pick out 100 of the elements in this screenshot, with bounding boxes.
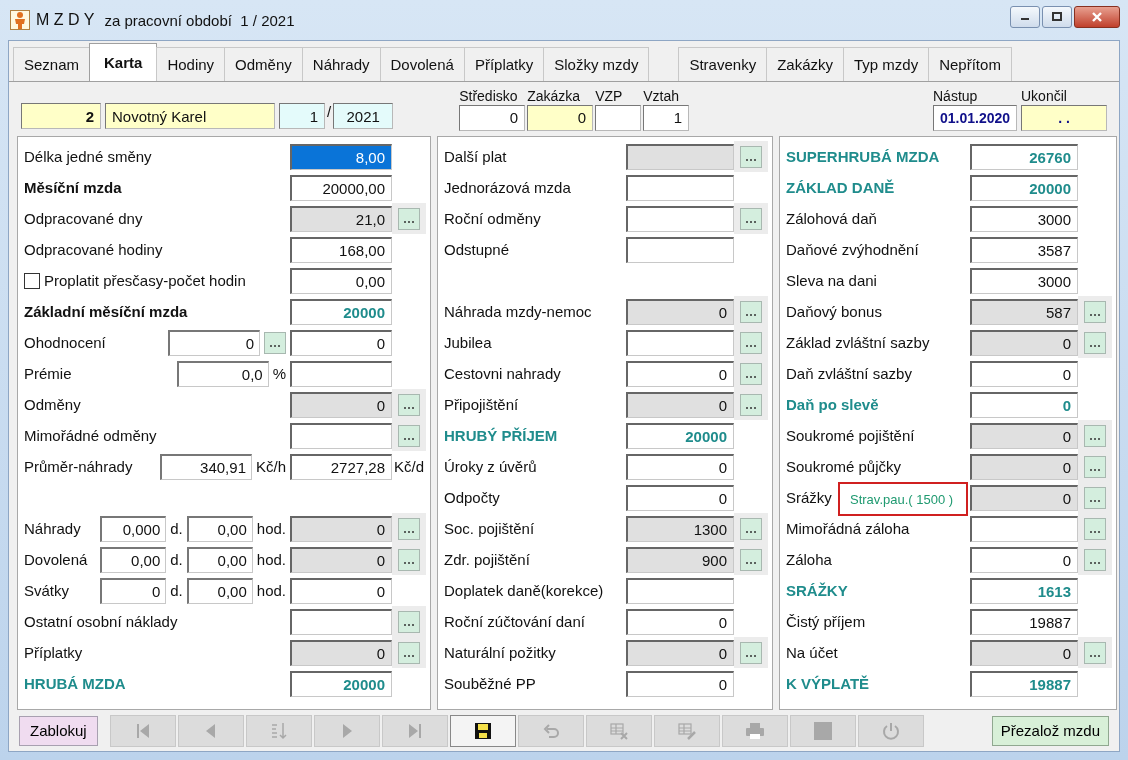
input-field[interactable]: 340,91 — [160, 453, 252, 480]
input-field[interactable]: 20000 — [626, 422, 734, 449]
ellipsis-button[interactable] — [740, 300, 762, 323]
input-field[interactable]: 168,00 — [290, 236, 392, 263]
input-field[interactable]: 0 — [290, 391, 392, 418]
ellipsis-button[interactable] — [740, 207, 762, 230]
name-field[interactable]: Novotný Karel — [105, 103, 275, 129]
input-field[interactable]: 0 — [290, 546, 392, 573]
ellipsis-button[interactable] — [1084, 300, 1106, 323]
input-field[interactable] — [626, 174, 734, 201]
input-field[interactable]: 0 — [100, 577, 167, 604]
ellipsis-button[interactable] — [740, 517, 762, 540]
ellipsis-button[interactable] — [740, 145, 762, 168]
input-field[interactable] — [626, 577, 734, 604]
input-field[interactable]: 1613 — [970, 577, 1078, 604]
input-field[interactable]: 0 — [626, 298, 734, 325]
input-field[interactable]: 8,00 — [290, 143, 392, 170]
input-field[interactable] — [626, 205, 734, 232]
ellipsis-button[interactable] — [398, 610, 420, 633]
lock-button[interactable]: Zablokuj — [19, 715, 98, 746]
checkbox[interactable] — [24, 272, 40, 289]
input-field[interactable]: 0 — [970, 422, 1078, 449]
ellipsis-button[interactable] — [398, 548, 420, 571]
input-field[interactable]: 0,00 — [100, 546, 167, 573]
input-field[interactable]: 0 — [290, 329, 392, 356]
rebuild-button[interactable]: Přezalož mzdu — [991, 715, 1109, 746]
input-field[interactable]: 3000 — [970, 267, 1078, 294]
input-field[interactable] — [595, 104, 642, 131]
ellipsis-button[interactable] — [398, 517, 420, 540]
input-field[interactable]: 900 — [626, 546, 734, 573]
input-field[interactable]: 0,000 — [100, 515, 167, 542]
ellipsis-button[interactable] — [740, 362, 762, 385]
input-field[interactable]: 0 — [626, 484, 734, 511]
input-field[interactable]: 0 — [626, 360, 734, 387]
input-field[interactable]: 0 — [626, 391, 734, 418]
input-field[interactable]: 20000,00 — [290, 174, 392, 201]
input-field[interactable]: 0 — [626, 608, 734, 635]
ellipsis-button[interactable] — [398, 641, 420, 664]
input-field[interactable]: 3000 — [970, 205, 1078, 232]
tab[interactable]: Seznam — [13, 47, 91, 81]
ellipsis-button[interactable] — [1084, 641, 1106, 664]
input-field[interactable]: 0 — [290, 639, 392, 666]
tab[interactable]: Stravenky — [678, 47, 768, 81]
ellipsis-button[interactable] — [398, 393, 420, 416]
input-field[interactable]: 1300 — [626, 515, 734, 542]
input-field[interactable]: 20000 — [290, 298, 392, 325]
maximize-button[interactable] — [1042, 6, 1072, 28]
input-field[interactable]: 0 — [970, 453, 1078, 480]
input-field[interactable]: 19887 — [970, 670, 1078, 697]
input-field[interactable]: 0,0 — [176, 360, 269, 387]
input-field[interactable]: 0,00 — [186, 577, 253, 604]
input-field[interactable] — [970, 515, 1078, 542]
number-field[interactable]: 2 — [21, 103, 101, 129]
input-field[interactable]: 19887 — [970, 608, 1078, 635]
ellipsis-button[interactable] — [740, 331, 762, 354]
input-field[interactable]: 2727,28 — [290, 453, 392, 480]
ellipsis-button[interactable] — [398, 207, 420, 230]
tab[interactable]: Složky mzdy — [543, 47, 650, 81]
input-field[interactable]: 1 — [643, 104, 690, 131]
ellipsis-button[interactable] — [398, 424, 420, 447]
input-field[interactable] — [626, 143, 734, 170]
date-field[interactable]: 01.01.2020 — [933, 104, 1017, 131]
ellipsis-button[interactable] — [740, 548, 762, 571]
input-field[interactable]: 20000 — [290, 670, 392, 697]
tab[interactable]: Nepřítom — [928, 47, 1012, 81]
input-field[interactable]: 0,00 — [186, 546, 253, 573]
input-field[interactable]: 587 — [970, 298, 1078, 325]
input-field[interactable]: 0 — [970, 391, 1078, 418]
input-field[interactable]: 0,00 — [186, 515, 253, 542]
input-field[interactable]: 0 — [290, 515, 392, 542]
ellipsis-button[interactable] — [740, 641, 762, 664]
input-field[interactable]: 0 — [168, 329, 260, 356]
input-field[interactable] — [290, 360, 392, 387]
input-field[interactable]: 0 — [626, 670, 734, 697]
input-field[interactable]: 0 — [970, 329, 1078, 356]
input-field[interactable]: 0 — [459, 104, 526, 131]
input-field[interactable]: 0 — [970, 639, 1078, 666]
input-field[interactable]: 0 — [626, 639, 734, 666]
ellipsis-button[interactable] — [1084, 548, 1106, 571]
ellipsis-button[interactable] — [264, 331, 286, 354]
input-field[interactable]: 0 — [970, 546, 1078, 573]
date-field[interactable]: . . — [1021, 104, 1107, 131]
input-field[interactable]: 0 — [970, 484, 1078, 511]
minimize-button[interactable] — [1010, 6, 1040, 28]
close-button[interactable] — [1074, 6, 1120, 28]
input-field[interactable]: 26760 — [970, 143, 1078, 170]
toolbar-button[interactable] — [449, 714, 516, 747]
ellipsis-button[interactable] — [1084, 424, 1106, 447]
input-field[interactable] — [290, 608, 392, 635]
input-field[interactable] — [626, 236, 734, 263]
input-field[interactable]: 20000 — [970, 174, 1078, 201]
tab[interactable]: Karta — [89, 43, 158, 81]
input-field[interactable] — [626, 329, 734, 356]
tab[interactable]: Hodiny — [156, 47, 226, 81]
ellipsis-button[interactable] — [740, 393, 762, 416]
input-field[interactable]: 3587 — [970, 236, 1078, 263]
input-field[interactable]: 0 — [290, 577, 392, 604]
input-field[interactable]: 0 — [626, 453, 734, 480]
year-field[interactable]: 2021 — [333, 103, 394, 129]
input-field[interactable] — [290, 422, 392, 449]
